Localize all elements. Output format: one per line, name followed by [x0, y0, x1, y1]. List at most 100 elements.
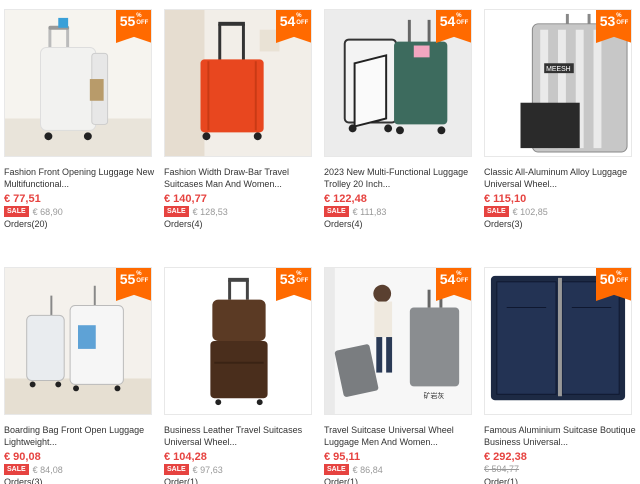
original-price: € 128,53 — [192, 206, 228, 217]
product-title[interactable]: Boarding Bag Front Open Luggage Lightwei… — [4, 424, 156, 448]
percent-symbol: % — [456, 271, 462, 277]
off-label: OFF — [456, 20, 469, 26]
product-title-line-2[interactable]: Multifunctional... — [4, 178, 156, 190]
product-title-line-1[interactable]: 2023 New Multi-Functional Luggage — [324, 166, 476, 178]
percent-symbol: % — [616, 13, 622, 19]
product-image[interactable]: 50 % OFF — [484, 267, 632, 415]
sale-tag: SALE — [324, 206, 349, 217]
current-price: € 115,10 — [484, 193, 527, 205]
current-price: € 90,08 — [4, 451, 41, 463]
product-title[interactable]: Classic All-Aluminum Alloy Luggage Unive… — [484, 166, 636, 190]
discount-value: 53 — [599, 13, 616, 29]
product-title[interactable]: Business Leather Travel Suitcases Univer… — [164, 424, 316, 448]
product-grid: 55 % OFF Fashion Front Opening Luggage N… — [0, 0, 640, 484]
orders-count: Orders(20) — [4, 219, 48, 229]
off-label: OFF — [616, 20, 629, 26]
off-label: OFF — [136, 278, 149, 284]
product-title-line-2[interactable]: Business Universal... — [484, 436, 636, 448]
sale-row: SALE € 128,53 — [164, 206, 228, 217]
original-price: € 86,84 — [352, 464, 383, 475]
off-label: OFF — [136, 20, 149, 26]
product-card[interactable]: 54 % OFF 2023 New Multi-Functional Lugga… — [320, 0, 480, 242]
discount-value: 54 — [279, 13, 296, 29]
current-price: € 77,51 — [4, 193, 41, 205]
off-label: OFF — [616, 278, 629, 284]
discount-value: 54 — [439, 13, 456, 29]
sale-row: € 504,77 — [484, 464, 519, 474]
discount-value: 55 — [119, 271, 136, 287]
percent-symbol: % — [616, 271, 622, 277]
orders-count: Order(1) — [164, 477, 199, 484]
svg-text:矿岩灰: 矿岩灰 — [424, 391, 445, 400]
product-image[interactable]: 55 % OFF — [4, 9, 152, 157]
product-title-line-1[interactable]: Boarding Bag Front Open Luggage — [4, 424, 156, 436]
original-price: € 102,85 — [512, 206, 548, 217]
sale-tag: SALE — [484, 206, 509, 217]
sale-tag: SALE — [164, 206, 189, 217]
product-card[interactable]: 54 % OFF Fashion Width Draw-Bar Travel S… — [160, 0, 320, 242]
product-title-line-1[interactable]: Classic All-Aluminum Alloy Luggage — [484, 166, 636, 178]
sale-row: SALE € 84,08 — [4, 464, 63, 475]
percent-symbol: % — [296, 13, 302, 19]
sale-row: SALE € 68,90 — [4, 206, 63, 217]
product-title-line-1[interactable]: Fashion Front Opening Luggage New — [4, 166, 156, 178]
sale-row: SALE € 86,84 — [324, 464, 383, 475]
sale-row: SALE € 111,83 — [324, 206, 386, 217]
product-image[interactable]: 55 % OFF — [4, 267, 152, 415]
product-title[interactable]: 2023 New Multi-Functional Luggage Trolle… — [324, 166, 476, 190]
original-price: € 68,90 — [32, 206, 63, 217]
orders-count: Order(1) — [484, 477, 519, 484]
current-price: € 140,77 — [164, 193, 207, 205]
product-card[interactable]: 55 % OFF Boarding Bag Front Open Luggage… — [0, 258, 160, 484]
discount-value: 53 — [279, 271, 296, 287]
product-title-line-1[interactable]: Business Leather Travel Suitcases — [164, 424, 316, 436]
discount-value: 50 — [599, 271, 616, 287]
product-title-line-2[interactable]: Lightweight... — [4, 436, 156, 448]
product-title-line-2[interactable]: Luggage Men And Women... — [324, 436, 476, 448]
product-image[interactable]: 54 % OFF — [164, 9, 312, 157]
sale-tag: SALE — [4, 206, 29, 217]
percent-symbol: % — [136, 271, 142, 277]
sale-row: SALE € 97,63 — [164, 464, 223, 475]
original-price: € 84,08 — [32, 464, 63, 475]
sale-row: SALE € 102,85 — [484, 206, 548, 217]
product-title[interactable]: Fashion Width Draw-Bar Travel Suitcases … — [164, 166, 316, 190]
percent-symbol: % — [296, 271, 302, 277]
product-title-line-1[interactable]: Famous Aluminium Suitcase Boutique — [484, 424, 636, 436]
product-card[interactable]: 50 % OFF Famous Aluminium Suitcase Bouti… — [480, 258, 640, 484]
orders-count: Orders(3) — [4, 477, 43, 484]
sale-tag: SALE — [4, 464, 29, 475]
product-title-line-1[interactable]: Travel Suitcase Universal Wheel — [324, 424, 476, 436]
product-title-line-2[interactable]: Suitcases Man And Women... — [164, 178, 316, 190]
product-title-line-2[interactable]: Trolley 20 Inch... — [324, 178, 476, 190]
sale-tag: SALE — [324, 464, 349, 475]
product-card[interactable]: 矿岩灰 54 % OFF Travel Suitcase Universal W… — [320, 258, 480, 484]
product-image[interactable]: 54 % OFF — [324, 9, 472, 157]
product-title-line-2[interactable]: Universal Wheel... — [484, 178, 636, 190]
svg-text:MEESH: MEESH — [546, 66, 571, 73]
current-price: € 95,11 — [324, 451, 361, 463]
current-price: € 104,28 — [164, 451, 207, 463]
current-price: € 122,48 — [324, 193, 367, 205]
orders-count: Orders(4) — [164, 219, 203, 229]
discount-value: 54 — [439, 271, 456, 287]
current-price: € 292,38 — [484, 451, 527, 463]
product-title[interactable]: Fashion Front Opening Luggage New Multif… — [4, 166, 156, 190]
product-title-line-2[interactable]: Universal Wheel... — [164, 436, 316, 448]
product-card[interactable]: 55 % OFF Fashion Front Opening Luggage N… — [0, 0, 160, 242]
product-image[interactable]: 53 % OFF — [164, 267, 312, 415]
percent-symbol: % — [456, 13, 462, 19]
product-card[interactable]: MEESH 53 % OFF Classic All-Aluminum Allo… — [480, 0, 640, 242]
percent-symbol: % — [136, 13, 142, 19]
product-image[interactable]: 矿岩灰 54 % OFF — [324, 267, 472, 415]
product-title-line-1[interactable]: Fashion Width Draw-Bar Travel — [164, 166, 316, 178]
off-label: OFF — [296, 278, 309, 284]
original-price: € 111,83 — [352, 206, 387, 217]
product-card[interactable]: 53 % OFF Business Leather Travel Suitcas… — [160, 258, 320, 484]
product-title[interactable]: Travel Suitcase Universal Wheel Luggage … — [324, 424, 476, 448]
original-price: € 97,63 — [192, 464, 223, 475]
product-title[interactable]: Famous Aluminium Suitcase Boutique Busin… — [484, 424, 636, 448]
orders-count: Orders(3) — [484, 219, 523, 229]
orders-count: Orders(4) — [324, 219, 363, 229]
product-image[interactable]: MEESH 53 % OFF — [484, 9, 632, 157]
